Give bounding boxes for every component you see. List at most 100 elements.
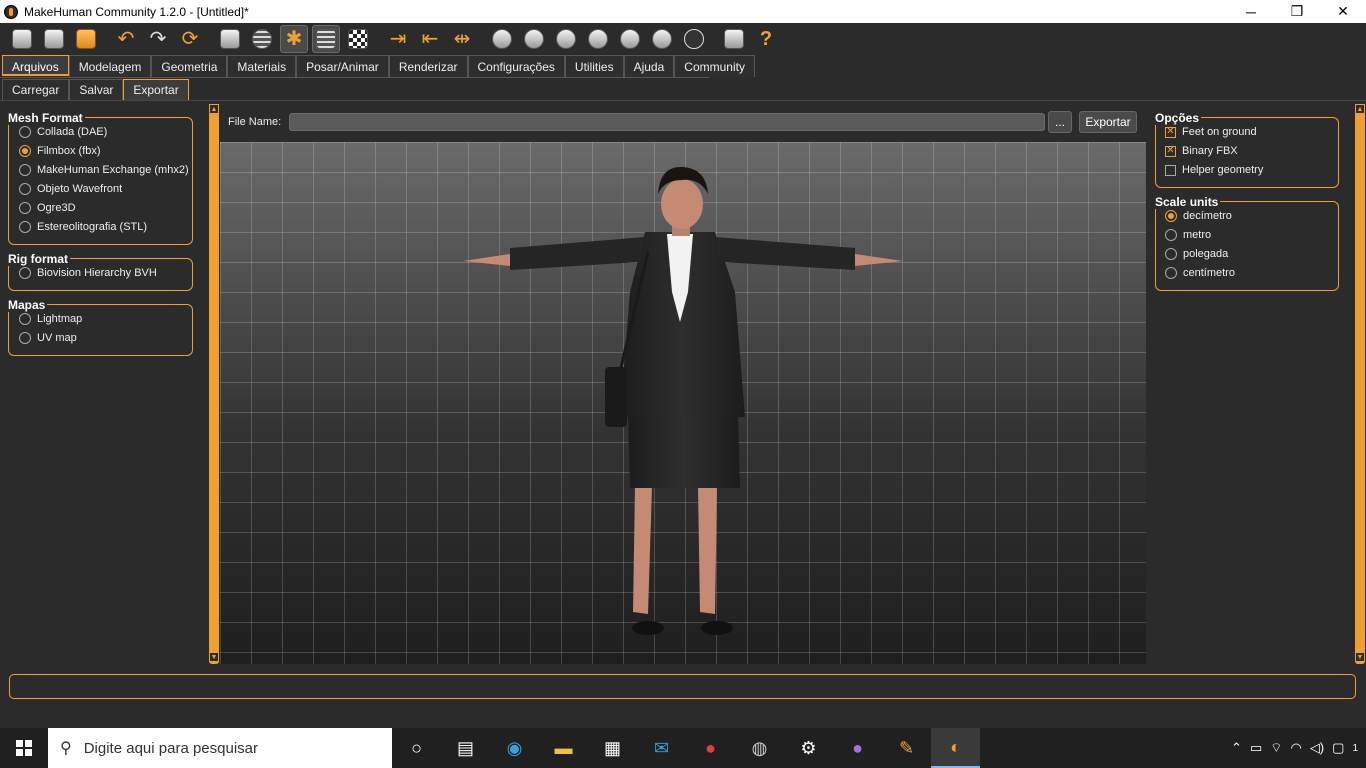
top-view-icon[interactable] — [616, 25, 644, 53]
scale-option-polegada[interactable]: polegada — [1165, 248, 1228, 260]
export-icon[interactable] — [72, 25, 100, 53]
radio-icon[interactable] — [1165, 248, 1177, 260]
symmetry-right-icon[interactable]: ⇥ — [384, 25, 412, 53]
tab-ajuda[interactable]: Ajuda — [623, 55, 675, 77]
radio-icon[interactable] — [1165, 267, 1177, 279]
radio-icon[interactable] — [19, 332, 31, 344]
grid-icon[interactable] — [312, 25, 340, 53]
mesh-option-collada[interactable]: Collada (DAE) — [19, 126, 107, 138]
scroll-up-icon[interactable]: ▲ — [209, 104, 219, 114]
wifi-icon[interactable]: ◠ — [1290, 740, 1301, 756]
redo-icon[interactable]: ↷ — [144, 25, 172, 53]
option-helper-geometry[interactable]: Helper geometry — [1165, 164, 1263, 176]
scale-option-centimetro[interactable]: centímetro — [1165, 267, 1235, 279]
bottom-view-icon[interactable] — [648, 25, 676, 53]
radio-selected-icon[interactable] — [19, 145, 31, 157]
checker-icon[interactable] — [344, 25, 372, 53]
mail-icon[interactable]: ✉ — [637, 728, 686, 768]
edge-icon[interactable]: ◉ — [490, 728, 539, 768]
subtab-salvar[interactable]: Salvar — [69, 79, 124, 100]
save-icon[interactable] — [40, 25, 68, 53]
tab-community[interactable]: Community — [674, 55, 755, 77]
cortana-icon[interactable]: ○ — [392, 728, 441, 768]
tab-materiais[interactable]: Materiais — [227, 55, 297, 77]
right-scrollbar[interactable]: ▲ ▼ — [1355, 104, 1365, 664]
scroll-down-icon[interactable]: ▼ — [1355, 652, 1365, 662]
start-button[interactable] — [0, 728, 48, 768]
map-option-uvmap[interactable]: UV map — [19, 332, 77, 344]
tab-renderizar[interactable]: Renderizar — [388, 55, 468, 77]
pose-icon[interactable]: ✱ — [280, 25, 308, 53]
symmetry-left-icon[interactable]: ⇤ — [416, 25, 444, 53]
scale-option-decimetro[interactable]: decímetro — [1165, 210, 1232, 222]
chevron-up-icon[interactable]: ⌃ — [1231, 740, 1242, 756]
file-name-input[interactable] — [289, 113, 1046, 131]
front-view-icon[interactable] — [488, 25, 516, 53]
paint-icon[interactable]: ✎ — [882, 728, 931, 768]
checkbox-checked-icon[interactable]: ✕ — [1165, 126, 1176, 138]
subtab-exportar[interactable]: Exportar — [123, 79, 189, 100]
store-icon[interactable]: ▦ — [588, 728, 637, 768]
scroll-down-icon[interactable]: ▼ — [209, 652, 219, 662]
mesh-option-wavefront[interactable]: Objeto Wavefront — [19, 183, 122, 195]
taskbar-search[interactable]: ⚲ Digite aqui para pesquisar — [48, 728, 392, 768]
tab-geometria[interactable]: Geometria — [151, 55, 228, 77]
browse-button[interactable]: ... — [1048, 111, 1072, 133]
tab-utilities[interactable]: Utilities — [564, 55, 624, 77]
chrome-icon[interactable]: ● — [686, 728, 735, 768]
option-binary-fbx[interactable]: ✕ Binary FBX — [1165, 145, 1238, 157]
mesh-icon[interactable] — [248, 25, 276, 53]
tab-arquivos[interactable]: Arquivos — [2, 55, 69, 76]
right-view-icon[interactable] — [584, 25, 612, 53]
settings-icon[interactable]: ⚙ — [784, 728, 833, 768]
radio-icon[interactable] — [19, 126, 31, 138]
radio-icon[interactable] — [19, 221, 31, 233]
screenshot-icon[interactable] — [720, 25, 748, 53]
mesh-option-mhx2[interactable]: MakeHuman Exchange (mhx2) — [19, 164, 189, 176]
radio-icon[interactable] — [19, 267, 31, 279]
radio-icon[interactable] — [19, 202, 31, 214]
radio-icon[interactable] — [19, 183, 31, 195]
checkbox-checked-icon[interactable]: ✕ — [1165, 145, 1176, 157]
volume-icon[interactable]: ◁) — [1310, 740, 1324, 756]
3d-viewport[interactable] — [220, 142, 1146, 664]
tab-posar-animar[interactable]: Posar/Animar — [296, 55, 389, 77]
rig-option-bvh[interactable]: Biovision Hierarchy BVH — [19, 267, 157, 279]
reset-icon[interactable]: ⟳ — [176, 25, 204, 53]
symmetry-icon[interactable]: ⇹ — [448, 25, 476, 53]
close-button[interactable]: ✕ — [1320, 0, 1366, 23]
scale-option-metro[interactable]: metro — [1165, 229, 1211, 241]
minimize-button[interactable]: ─ — [1228, 0, 1274, 23]
radio-icon[interactable] — [19, 313, 31, 325]
help-icon[interactable]: ? — [752, 25, 780, 53]
option-feet-on-ground[interactable]: ✕ Feet on ground — [1165, 126, 1257, 138]
radio-selected-icon[interactable] — [1165, 210, 1177, 222]
app2-icon[interactable]: ● — [833, 728, 882, 768]
radio-icon[interactable] — [1165, 229, 1177, 241]
export-button[interactable]: Exportar — [1079, 111, 1137, 133]
app-icon[interactable]: ◍ — [735, 728, 784, 768]
mesh-option-stl[interactable]: Estereolitografia (STL) — [19, 221, 147, 233]
mesh-option-fbx[interactable]: Filmbox (fbx) — [19, 145, 101, 157]
left-view-icon[interactable] — [552, 25, 580, 53]
reset-camera-icon[interactable] — [680, 25, 708, 53]
battery-icon[interactable]: ▭ — [1250, 740, 1262, 756]
map-option-lightmap[interactable]: Lightmap — [19, 313, 82, 325]
file-explorer-icon[interactable]: ▬ — [539, 728, 588, 768]
checkbox-icon[interactable] — [1165, 164, 1176, 176]
scroll-up-icon[interactable]: ▲ — [1355, 104, 1365, 114]
file-icon[interactable] — [8, 25, 36, 53]
notification-icon[interactable]: ▢ — [1332, 740, 1344, 756]
back-view-icon[interactable] — [520, 25, 548, 53]
tab-configuracoes[interactable]: Configurações — [467, 55, 565, 77]
subtab-carregar[interactable]: Carregar — [2, 79, 70, 100]
mesh-option-ogre3d[interactable]: Ogre3D — [19, 202, 76, 214]
network-icon[interactable]: ⌔ — [1270, 740, 1282, 756]
tab-modelagem[interactable]: Modelagem — [68, 55, 152, 77]
radio-icon[interactable] — [19, 164, 31, 176]
undo-icon[interactable]: ↶ — [112, 25, 140, 53]
makehuman-icon[interactable]: ◐ — [931, 728, 980, 768]
wireframe-icon[interactable] — [216, 25, 244, 53]
task-view-icon[interactable]: ▤ — [441, 728, 490, 768]
left-scrollbar[interactable]: ▲ ▼ — [209, 104, 219, 664]
